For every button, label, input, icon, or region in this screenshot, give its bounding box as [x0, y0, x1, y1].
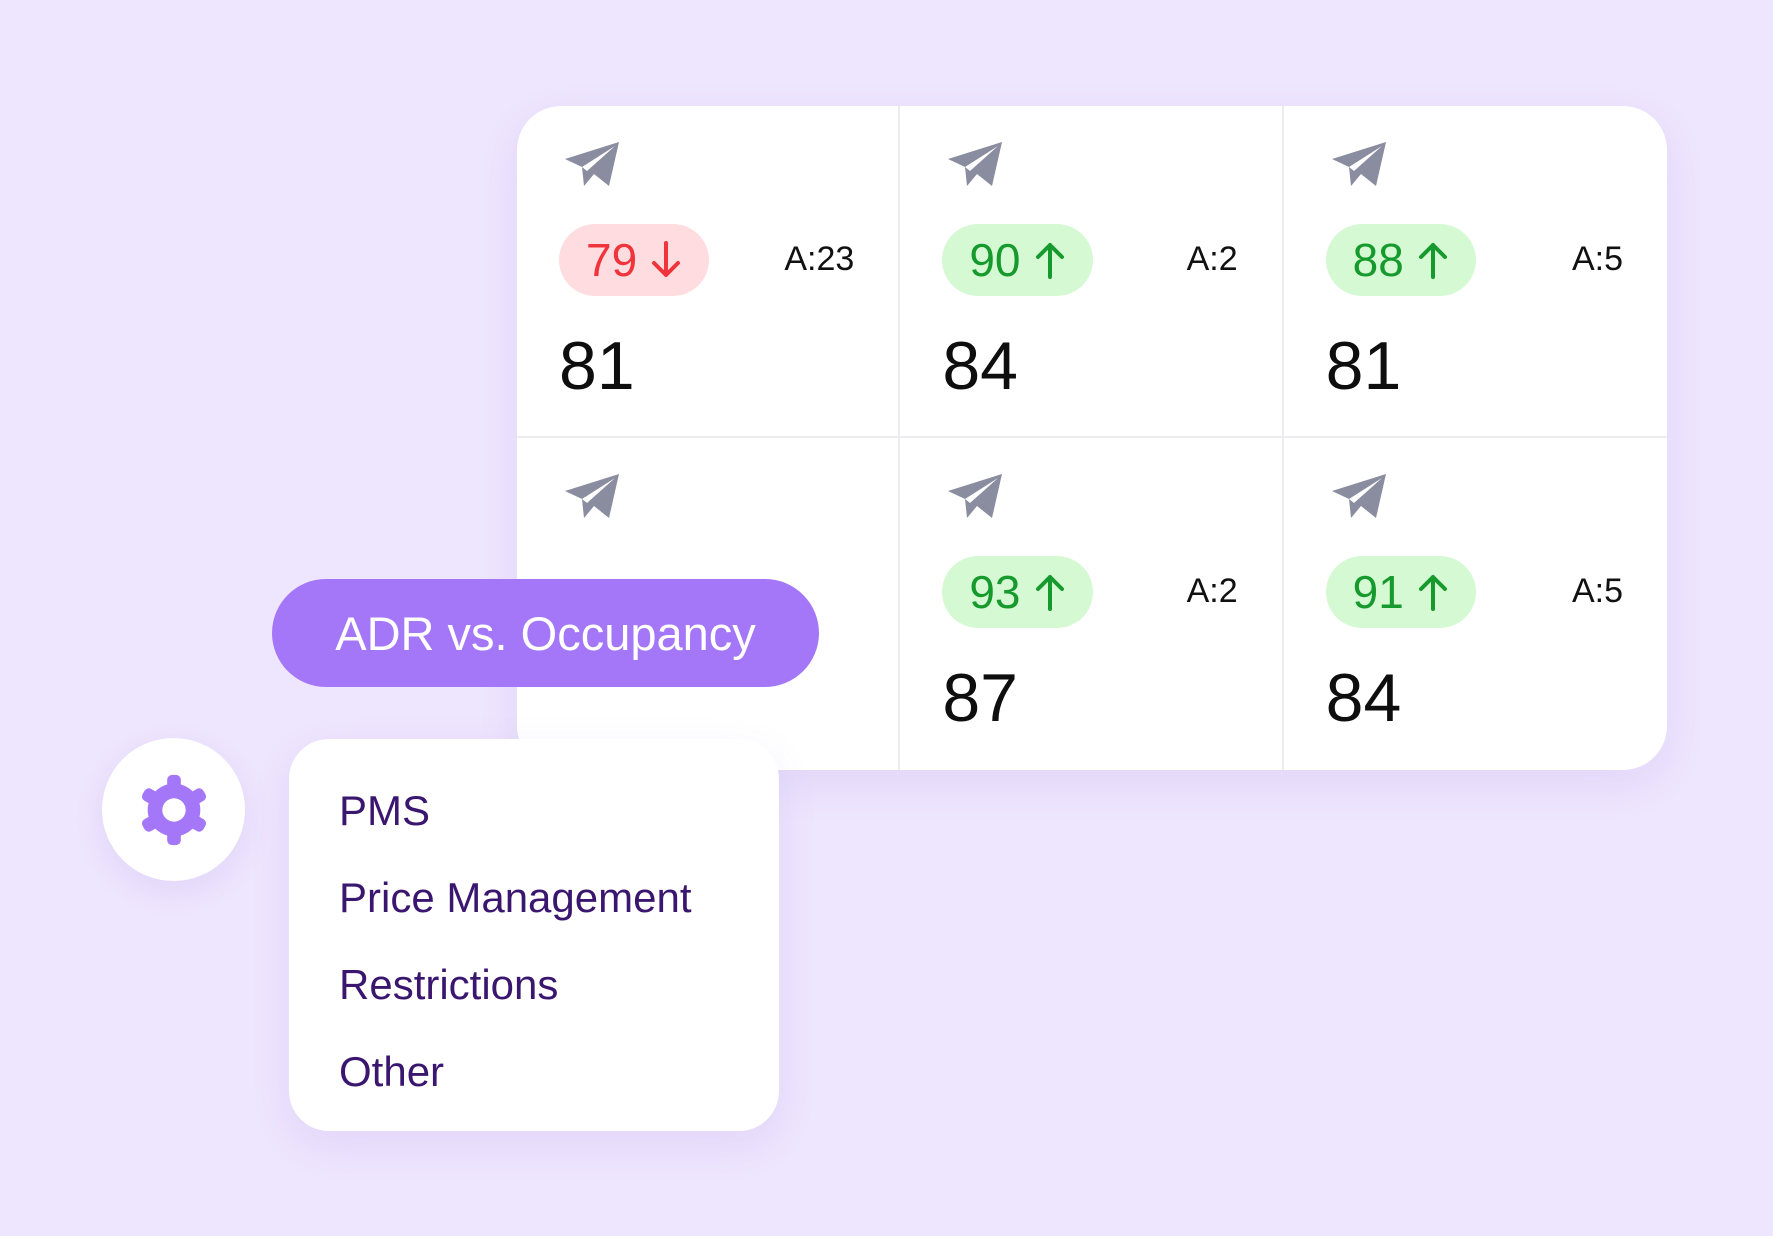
score-badge: 90: [942, 224, 1093, 296]
availability-label: A:5: [1571, 240, 1623, 278]
score-value: 88: [1352, 234, 1404, 286]
score-badge: 93: [942, 556, 1093, 628]
adr-occupancy-button[interactable]: ADR vs. Occupancy: [272, 579, 819, 687]
availability-label: A:2: [1186, 572, 1238, 610]
paper-plane-icon: [946, 472, 1004, 522]
grid-cell[interactable]: 88 A:5 81: [1283, 106, 1667, 438]
availability-label: A:23: [784, 240, 855, 278]
menu-item-price-management[interactable]: Price Management: [339, 854, 779, 941]
paper-plane-icon: [946, 140, 1004, 190]
score-value: 91: [1352, 566, 1404, 618]
score-value: 90: [969, 234, 1021, 286]
score-badge: 79: [559, 224, 710, 296]
availability-label: A:2: [1186, 240, 1238, 278]
metric-value: 87: [942, 660, 1018, 736]
availability-label: A:5: [1571, 572, 1623, 610]
arrow-up-icon: [1416, 240, 1450, 280]
arrow-up-icon: [1033, 240, 1067, 280]
metric-value: 84: [942, 328, 1018, 404]
metric-value: 84: [1325, 660, 1402, 736]
paper-plane-icon: [563, 472, 621, 522]
adr-occupancy-label: ADR vs. Occupancy: [335, 606, 756, 660]
grid-cell[interactable]: 91 A:5 84: [1284, 438, 1667, 770]
score-badge: 91: [1325, 556, 1476, 628]
score-value: 79: [586, 234, 638, 286]
arrow-up-icon: [1416, 572, 1450, 612]
gear-icon: [135, 771, 213, 849]
arrow-down-icon: [649, 240, 683, 280]
score-badge: 88: [1325, 224, 1476, 296]
grid-cell[interactable]: 93 A:2 87: [900, 438, 1284, 770]
menu-item-restrictions[interactable]: Restrictions: [339, 941, 779, 1028]
paper-plane-icon: [1330, 472, 1388, 522]
metric-value: 81: [1325, 328, 1402, 404]
menu-item-pms[interactable]: PMS: [339, 767, 779, 854]
arrow-up-icon: [1033, 572, 1067, 612]
grid-cell[interactable]: 79 A:23 81: [517, 106, 901, 438]
paper-plane-icon: [563, 140, 621, 190]
grid-cell[interactable]: 90 A:2 84: [900, 106, 1284, 438]
settings-menu: PMS Price Management Restrictions Other: [289, 739, 779, 1131]
score-value: 93: [969, 566, 1021, 618]
metric-value: 81: [559, 328, 635, 404]
paper-plane-icon: [1330, 140, 1388, 190]
menu-item-other[interactable]: Other: [339, 1028, 779, 1115]
settings-button[interactable]: [102, 738, 245, 881]
